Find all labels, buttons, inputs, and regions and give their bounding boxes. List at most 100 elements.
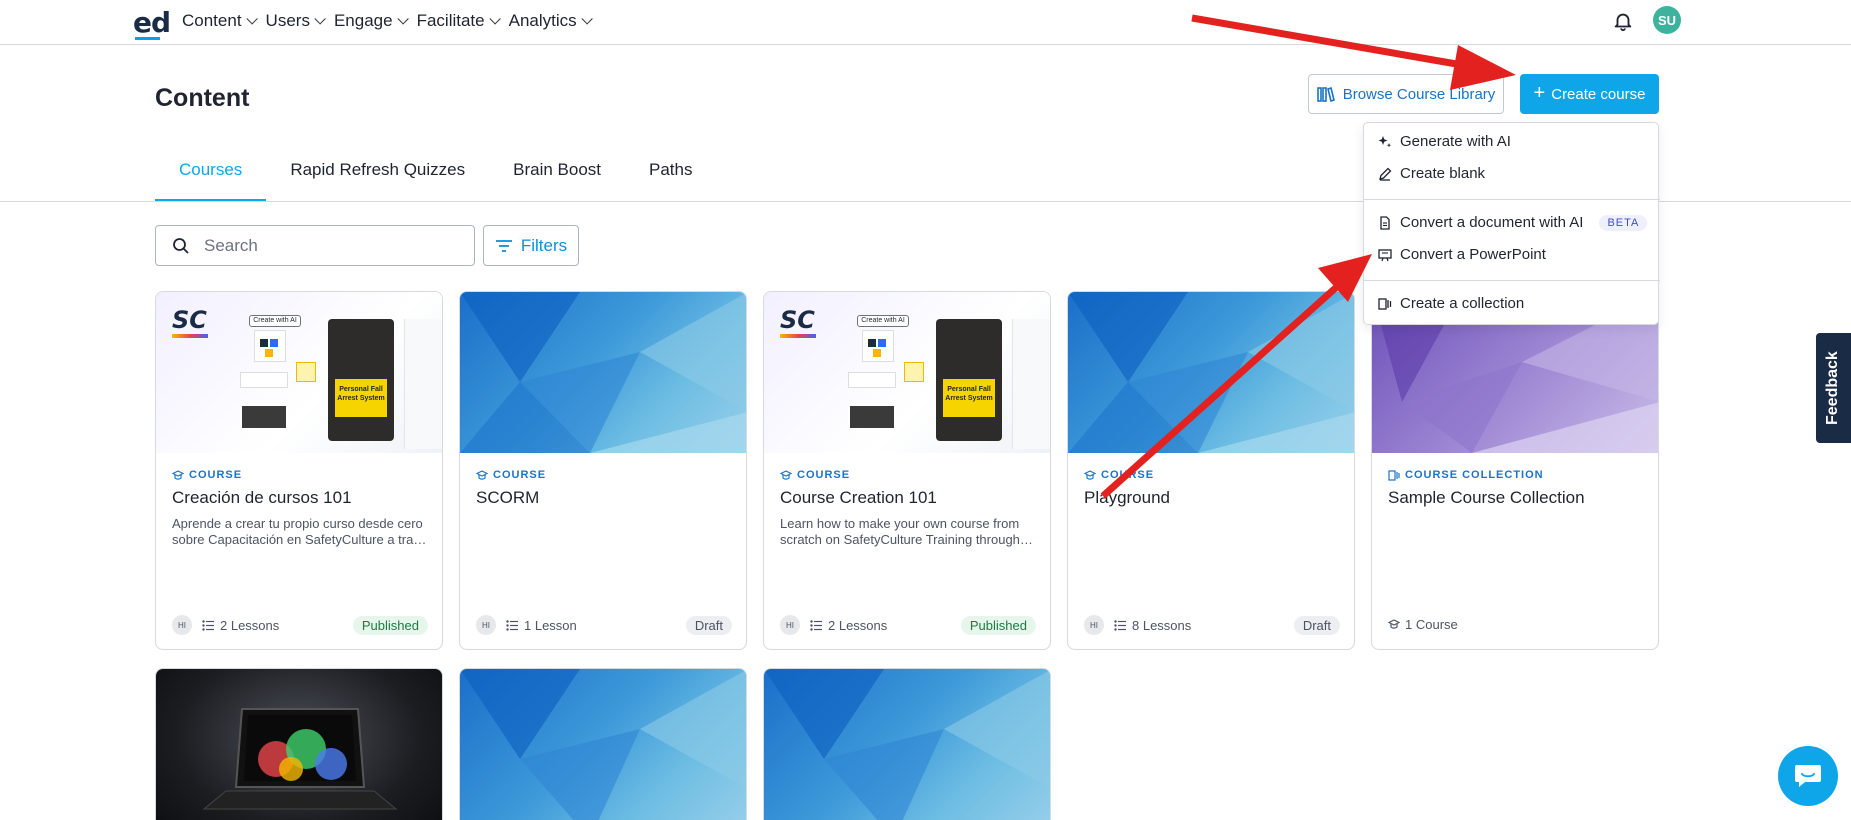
menu-divider: [1364, 199, 1660, 200]
card-footer: HI 1 Lesson Draft: [476, 615, 732, 635]
card-title: Playground: [1084, 488, 1171, 507]
menu-create-collection[interactable]: Create a collection: [1378, 295, 1524, 312]
menu-create-blank[interactable]: Create blank: [1378, 165, 1485, 182]
mock-side-panel: [404, 319, 442, 449]
filter-icon: [495, 239, 512, 252]
course-card[interactable]: SC Create with AI Personal Fall Arrest S…: [763, 291, 1051, 650]
menu-convert-powerpoint[interactable]: Convert a PowerPoint: [1378, 246, 1546, 263]
polygon-pattern: [460, 292, 746, 453]
search-box: [155, 225, 475, 266]
card-type: COURSE: [172, 469, 242, 481]
laptop-image: [202, 708, 398, 810]
bell-icon[interactable]: [1612, 9, 1634, 33]
course-count-label: 1 Course: [1405, 617, 1458, 632]
tab-rapid-refresh-quizzes[interactable]: Rapid Refresh Quizzes: [266, 155, 489, 202]
nav-users[interactable]: Users: [266, 11, 326, 31]
card-type-label: COURSE: [1101, 469, 1155, 481]
user-avatar[interactable]: SU: [1653, 6, 1681, 34]
filters-button[interactable]: Filters: [483, 225, 579, 266]
collection-icon: [1378, 297, 1392, 310]
status-badge: Published: [960, 615, 1036, 635]
card-title: Sample Course Collection: [1388, 488, 1585, 507]
nav-content[interactable]: Content: [182, 11, 258, 31]
course-card[interactable]: [155, 668, 443, 820]
nav-analytics-label: Analytics: [508, 11, 577, 30]
card-title: Course Creation 101: [780, 488, 937, 507]
course-card[interactable]: [763, 668, 1051, 820]
course-card[interactable]: SC Create with AI Personal Fall Arrest S…: [155, 291, 443, 650]
course-thumbnail: [460, 292, 746, 453]
card-footer: HI 2 Lessons Published: [172, 615, 428, 635]
course-thumbnail: [460, 669, 746, 820]
course-card[interactable]: COURSE SCORM HI 1 Lesson Draft: [459, 291, 747, 650]
card-type-label: COURSE COLLECTION: [1405, 469, 1544, 481]
card-description-line-2: scratch on SafetyCulture Training throug…: [780, 532, 1036, 547]
sc-logo-stripe: [780, 334, 816, 338]
presentation-icon: [1378, 248, 1392, 261]
filters-label: Filters: [520, 235, 568, 255]
tab-paths[interactable]: Paths: [625, 155, 716, 202]
card-type-label: COURSE: [493, 469, 547, 481]
document-icon: [1380, 215, 1390, 230]
lesson-count: 2 Lessons: [810, 618, 887, 633]
mock-palette: [862, 330, 894, 362]
collection-card[interactable]: COURSE COLLECTION Sample Course Collecti…: [1371, 291, 1659, 650]
menu-generate-with-ai[interactable]: Generate with AI: [1378, 133, 1511, 150]
lesson-count-label: 8 Lessons: [1132, 617, 1192, 633]
mock-palette: [254, 330, 286, 362]
course-card[interactable]: COURSE Playground HI 8 Lessons Draft: [1067, 291, 1355, 650]
graduation-cap-icon: [476, 469, 488, 480]
polygon-pattern: [764, 669, 1050, 820]
mock-icon-tile: [904, 362, 924, 382]
mock-text-block: [848, 372, 896, 388]
nav-analytics[interactable]: Analytics: [508, 11, 593, 31]
create-course-menu: Generate with AI Create blank Convert a …: [1363, 122, 1660, 325]
app-logo[interactable]: ed: [133, 6, 171, 39]
menu-divider: [1364, 280, 1660, 281]
mock-text-block: [240, 372, 288, 388]
card-type: COURSE COLLECTION: [1388, 469, 1544, 481]
course-count: 1 Course: [1388, 617, 1458, 632]
polygon-pattern: [460, 669, 746, 820]
tab-brain-boost[interactable]: Brain Boost: [489, 155, 625, 202]
course-thumbnail: [156, 669, 442, 820]
page-title: Content: [155, 84, 250, 112]
mock-phone: Personal Fall Arrest System: [328, 319, 394, 441]
card-description-line-1: Learn how to make your own course from: [780, 516, 1020, 531]
sparkle-icon: [1378, 135, 1392, 147]
create-course-button[interactable]: + Create course: [1520, 74, 1659, 114]
browse-course-library-button[interactable]: Browse Course Library: [1308, 74, 1504, 114]
card-type: COURSE: [476, 469, 546, 481]
content-tabs: Courses Rapid Refresh Quizzes Brain Boos…: [155, 155, 717, 202]
create-with-ai-chip: Create with AI: [249, 315, 301, 327]
card-title: SCORM: [476, 488, 540, 507]
chat-icon: [1795, 765, 1821, 787]
card-description-line-2: sobre Capacitación en SafetyCulture a tr…: [172, 532, 428, 547]
feedback-label: Feedback: [1824, 351, 1841, 425]
nav-facilitate-label: Facilitate: [416, 11, 485, 30]
mock-phone-card: Personal Fall Arrest System: [335, 379, 387, 417]
card-type-label: COURSE: [797, 469, 851, 481]
lesson-count: 1 Lesson: [506, 618, 577, 633]
course-card[interactable]: [459, 668, 747, 820]
sc-logo: SC: [172, 306, 207, 334]
mock-phone: Personal Fall Arrest System: [936, 319, 1002, 441]
card-description: Learn how to make your own course from sc…: [780, 516, 1036, 548]
mock-image: [240, 404, 288, 430]
tab-courses[interactable]: Courses: [155, 155, 267, 202]
feedback-tab[interactable]: Feedback: [1816, 333, 1851, 443]
lesson-count: 8 Lessons: [1114, 618, 1191, 633]
collection-icon: [1388, 469, 1400, 481]
graduation-cap-icon: [1084, 469, 1096, 480]
card-footer: 1 Course: [1388, 617, 1644, 632]
course-thumbnail: SC Create with AI Personal Fall Arrest S…: [156, 292, 442, 453]
search-input[interactable]: [204, 235, 444, 256]
nav-facilitate[interactable]: Facilitate: [416, 11, 501, 31]
card-footer: HI 8 Lessons Draft: [1084, 615, 1340, 635]
menu-convert-document-with-ai[interactable]: Convert a document with AI BETA: [1378, 214, 1648, 231]
chat-button[interactable]: [1778, 746, 1838, 806]
nav-engage[interactable]: Engage: [334, 11, 409, 31]
mock-icon-tile: [296, 362, 316, 382]
main-menu: Content Users Engage Facilitate Analytic…: [182, 11, 601, 31]
pencil-icon: [1379, 167, 1392, 181]
